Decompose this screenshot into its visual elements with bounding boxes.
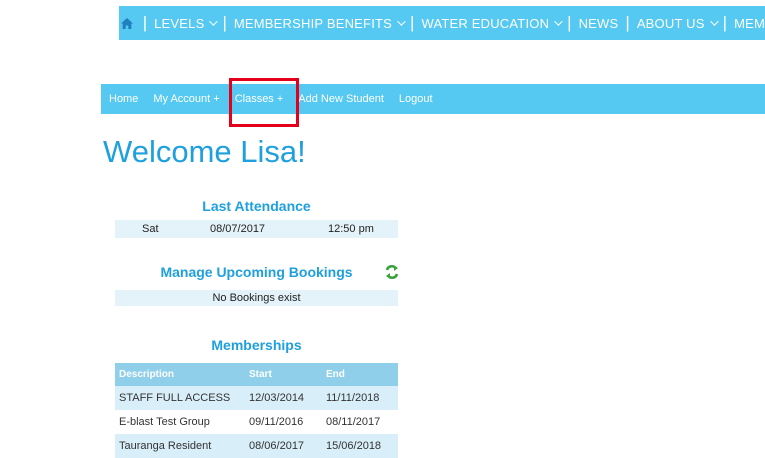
table-row: STAFF FULL ACCESS 12/03/2014 11/11/2018 [115,386,398,410]
member-nav-home[interactable]: Home [109,93,138,105]
nav-item-levels[interactable]: LEVELS [154,15,219,31]
nav-item-label: WATER EDUCATION [421,15,550,31]
member-nav-logout[interactable]: Logout [399,93,433,105]
nav-separator: | [625,13,630,32]
membership-end: 08/11/2017 [322,410,398,434]
membership-start: 08/06/2017 [245,434,322,458]
nav-item-label: LEVELS [154,15,205,31]
home-icon [121,17,134,29]
column-header-start: Start [245,363,322,386]
nav-separator: | [722,13,728,32]
nav-item-about-us[interactable]: ABOUT US [636,15,719,31]
memberships-table: Description Start End STAFF FULL ACCESS … [115,363,398,458]
site-top-nav: | LEVELS | MEMBERSHIP BENEFITS | WATER E… [119,6,765,40]
bookings-empty-row: No Bookings exist [115,290,398,306]
attendance-date: 08/07/2017 [210,223,266,235]
membership-description: Tauranga Resident [115,434,245,458]
membership-start: 12/03/2014 [245,386,322,410]
nav-item-label: ABOUT US [636,15,705,31]
page-title: Welcome Lisa! [103,134,306,169]
member-nav-add-student[interactable]: Add New Student [298,93,384,105]
membership-end: 11/11/2018 [322,386,398,410]
nav-separator: | [142,13,148,32]
nav-item-water-education[interactable]: WATER EDUCATION [421,15,563,31]
last-attendance-title: Last Attendance [202,198,311,214]
column-header-end: End [322,363,398,386]
membership-end: 15/06/2018 [322,434,398,458]
home-link[interactable] [119,6,136,40]
memberships-title: Memberships [211,337,302,353]
column-header-description: Description [115,363,245,386]
nav-item-label: MEMBERSHIP BENEFITS [233,15,393,31]
nav-separator: | [567,13,572,32]
member-nav-classes[interactable]: Classes + [235,93,284,105]
attendance-time: 12:50 pm [328,223,374,235]
upcoming-bookings-title: Manage Upcoming Bookings [160,264,353,280]
membership-start: 09/11/2016 [245,410,322,434]
member-nav-my-account[interactable]: My Account + [153,93,219,105]
nav-separator: | [222,13,227,32]
nav-item-label: NEWS [578,15,619,31]
table-header-row: Description Start End [115,363,398,386]
membership-description: STAFF FULL ACCESS [115,386,245,410]
nav-item-membership-benefits[interactable]: MEMBERSHIP BENEFITS [233,15,406,31]
nav-separator: | [410,13,415,32]
membership-description: E-blast Test Group [115,410,245,434]
member-nav: Home My Account + Classes + Add New Stud… [101,84,765,114]
refresh-icon[interactable] [384,264,400,280]
last-attendance-row: Sat 08/07/2017 12:50 pm [115,220,398,238]
nav-item-mem[interactable]: MEM [734,16,765,31]
nav-item-news[interactable]: NEWS [579,16,619,31]
table-row: Tauranga Resident 08/06/2017 15/06/2018 [115,434,398,458]
table-row: E-blast Test Group 09/11/2016 08/11/2017 [115,410,398,434]
attendance-day: Sat [142,223,159,235]
nav-item-label: MEM [734,15,765,31]
